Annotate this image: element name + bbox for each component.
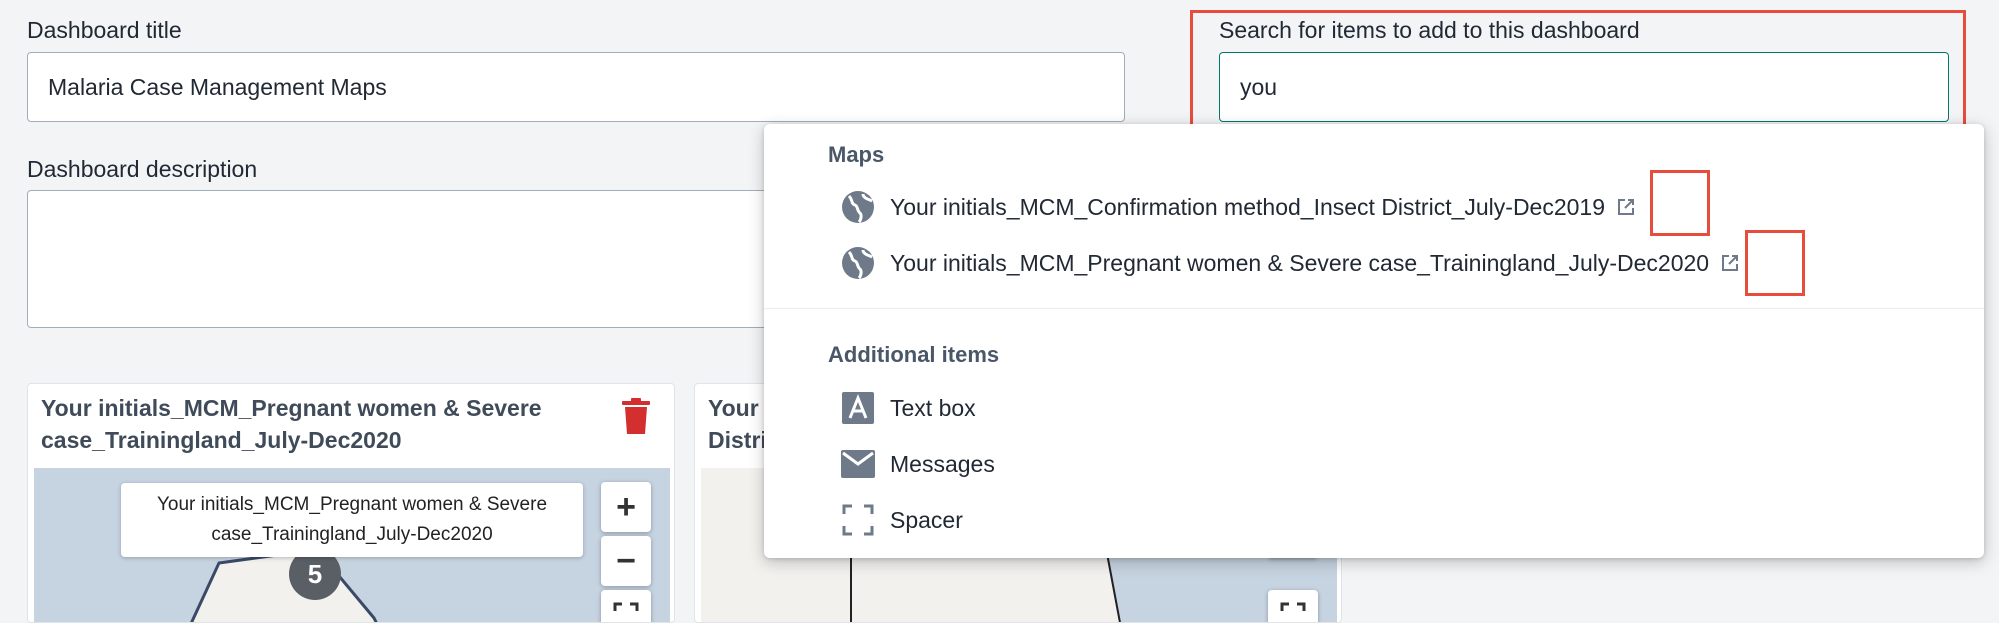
add-text-box-item[interactable]: Text box	[840, 390, 976, 426]
add-spacer-item[interactable]: Spacer	[840, 502, 963, 538]
spacer-label: Spacer	[890, 506, 963, 533]
messages-label: Messages	[890, 450, 995, 477]
card-title-line: Distri	[708, 427, 767, 453]
dashboard-title-label: Dashboard title	[27, 17, 182, 43]
card-title-line: case_Trainingland_July-Dec2020	[41, 427, 402, 453]
zoom-in-button[interactable]: +	[601, 482, 651, 532]
spacer-icon	[840, 502, 876, 538]
zoom-out-button[interactable]: −	[601, 536, 651, 586]
card-title-line: Your initials_MCM_Pregnant women & Sever…	[41, 395, 542, 421]
dashboard-title-input[interactable]: Malaria Case Management Maps	[27, 52, 1125, 122]
open-external-icon[interactable]	[1617, 198, 1635, 216]
open-external-icon[interactable]	[1721, 254, 1739, 272]
globe-icon	[840, 189, 876, 225]
external-link-highlight-box	[1650, 170, 1710, 236]
text-box-icon	[840, 390, 876, 426]
additional-items-section-title: Additional items	[828, 342, 1000, 367]
fullscreen-button[interactable]	[601, 590, 651, 622]
dashboard-description-input[interactable]	[27, 190, 827, 328]
search-results-dropdown: Maps Your initials_MCM_Confirmation meth…	[764, 124, 1984, 558]
card-title: Your initials_MCM_Pregnant women & Sever…	[41, 392, 581, 456]
tooltip-line: Your initials_MCM_Pregnant women & Sever…	[156, 494, 548, 515]
dashboard-title-value: Malaria Case Management Maps	[48, 73, 387, 100]
dashboard-item-card: Your initials_MCM_Pregnant women & Sever…	[27, 383, 675, 623]
text-box-label: Text box	[890, 394, 976, 421]
map-canvas[interactable]: 5 Your initials_MCM_Pregnant women & Sev…	[34, 468, 670, 622]
search-result-map-item[interactable]: Your initials_MCM_Pregnant women & Sever…	[840, 245, 1739, 281]
fullscreen-icon	[1280, 602, 1306, 611]
globe-icon	[840, 245, 876, 281]
fullscreen-icon	[613, 602, 639, 611]
section-divider	[764, 308, 1984, 309]
map-item-label: Your initials_MCM_Confirmation method_In…	[890, 193, 1606, 220]
tooltip-line: case_Trainingland_July-Dec2020	[211, 524, 493, 545]
search-highlight-box	[1190, 10, 1966, 132]
external-link-highlight-box	[1745, 230, 1805, 296]
card-title-line: Your	[708, 395, 759, 421]
map-title-tooltip: Your initials_MCM_Pregnant women & Sever…	[121, 483, 583, 557]
dashboard-description-label: Dashboard description	[27, 156, 258, 182]
add-messages-item[interactable]: Messages	[840, 446, 995, 482]
map-item-label: Your initials_MCM_Pregnant women & Sever…	[890, 249, 1710, 276]
search-result-map-item[interactable]: Your initials_MCM_Confirmation method_In…	[840, 189, 1635, 225]
fullscreen-button[interactable]	[1268, 590, 1318, 622]
maps-section-title: Maps	[828, 142, 885, 167]
card-title: Your Distri	[708, 392, 767, 456]
mail-icon	[840, 446, 876, 482]
trash-icon[interactable]	[622, 398, 650, 434]
